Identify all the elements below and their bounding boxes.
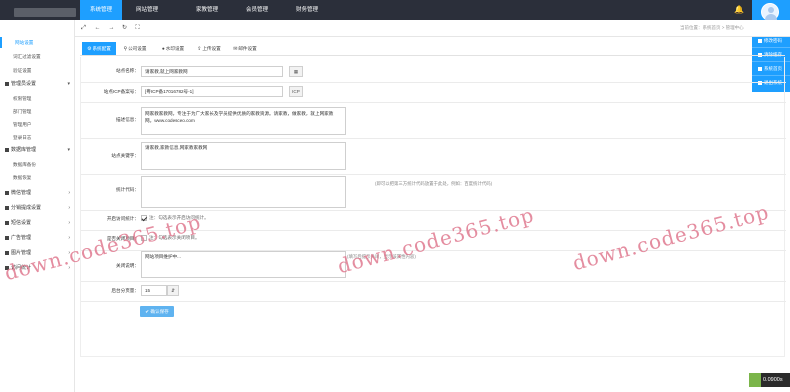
sidebar-group-sms[interactable]: 短信设置 › (0, 217, 75, 230)
drop-icon: ● (161, 47, 165, 52)
ad-icon (5, 235, 9, 240)
sidebar-item-permissions[interactable]: 权限管理 (0, 93, 75, 104)
gear-icon: ⚙ (87, 47, 92, 52)
tab-watermark[interactable]: ●水印设置 (156, 42, 190, 55)
row-stat-code: 统计代码： (即可以把第三方统计代码放置于此处，例如：百度统计代码) (81, 175, 786, 211)
keywords-label: 站点关键字： (111, 153, 139, 158)
sidebar-group-database[interactable]: 数据库管理 ▾ (0, 144, 75, 157)
sidebar-item-captcha[interactable]: 验证设置 (0, 65, 75, 76)
sidebar-item-db-restore[interactable]: 数据恢复 (0, 172, 75, 183)
sidebar-group-distribution[interactable]: 分销提成设置 › (0, 202, 75, 215)
nav-finance[interactable]: 财务管理 (282, 0, 332, 20)
enable-stat-label: 开启访问统计： (106, 216, 139, 221)
row-icp: 站点ICP备案号： [粤ICP备17016782号-1] ICP (81, 83, 786, 103)
gear-icon (5, 81, 9, 86)
tab-system-config[interactable]: ⚙系统配置 (82, 42, 116, 55)
row-site-name: 站点名称： 请家教,就上网家教网 ▦ (81, 57, 786, 83)
row-page-size: 后台分页量： 15 ⇵ (81, 282, 786, 302)
sidebar-item-site-settings[interactable]: 网站设置 (0, 37, 75, 48)
sidebar-item-login-log[interactable]: 登录日志 (0, 132, 75, 143)
sidebar-group-ads[interactable]: 广告管理 › (0, 232, 75, 245)
keywords-textarea[interactable]: 请家教,家教信息,网家教家教网 (141, 142, 346, 170)
sidebar-group-wechat[interactable]: 微信管理 › (0, 187, 75, 200)
description-label: 描述信息： (116, 117, 139, 122)
nav-site[interactable]: 网站管理 (122, 0, 172, 20)
bell-icon[interactable]: 🔔 (733, 4, 745, 16)
message-icon (5, 220, 9, 225)
stat-code-label: 统计代码： (116, 187, 139, 192)
icp-input[interactable]: [粤ICP备17016782号-1] (141, 86, 283, 97)
nav-system[interactable]: 系统管理 (80, 0, 122, 20)
nav-member[interactable]: 会员管理 (232, 0, 282, 20)
page-size-label: 后台分页量： (111, 288, 139, 293)
back-icon[interactable]: ← (92, 23, 103, 34)
sidebar-item-word-filter[interactable]: 词汇过滤设置 (0, 51, 75, 62)
checkbox-icon (141, 215, 147, 221)
close-reason-textarea[interactable]: 网站项目维护中... (141, 251, 346, 278)
stepper-icon[interactable]: ⇵ (167, 285, 179, 296)
forward-icon[interactable]: → (106, 23, 117, 34)
tab-email[interactable]: ✉邮件设置 (228, 42, 262, 55)
blurred-logo-text (14, 8, 76, 17)
sidebar: 网站设置 词汇过滤设置 验证设置 管理员设置 ▾ 权限管理 部门管理 管理用户 登… (0, 20, 75, 392)
site-name-input[interactable]: 请家教,就上网家教网 (141, 66, 283, 77)
database-icon (5, 147, 9, 152)
grid-icon[interactable]: ▦ (289, 66, 303, 77)
site-name-label: 站点名称： (116, 68, 139, 73)
settings-form: 站点名称： 请家教,就上网家教网 ▦ 站点ICP备案号： [粤ICP备17016… (80, 57, 786, 357)
page-size-input[interactable]: 15 (141, 285, 167, 296)
save-button[interactable]: ✔ 确认保存 (140, 306, 174, 317)
sidebar-group-admin[interactable]: 管理员设置 ▾ (0, 78, 75, 91)
stat-code-hint: (即可以把第三方统计代码放置于此处，例如：百度统计代码) (375, 181, 493, 186)
row-close-reason: 关闭说明： 网站项目维护中... (填写后提示关闭，显示该属性内容) (81, 251, 786, 282)
row-keywords: 站点关键字： 请家教,家教信息,网家教家教网 (81, 139, 786, 175)
nav-tutor[interactable]: 家教管理 (182, 0, 232, 20)
user-icon: ⚲ (123, 47, 128, 52)
icp-label: 站点ICP备案号： (103, 89, 139, 94)
sidebar-item-users[interactable]: 管理用户 (0, 119, 75, 130)
performance-badge: 0.0900s (749, 373, 790, 387)
expand-icon[interactable]: ⤢ (78, 23, 89, 34)
stat-code-textarea[interactable] (141, 176, 346, 208)
upload-icon: ⇪ (197, 47, 202, 52)
tab-upload[interactable]: ⇪上传设置 (192, 42, 226, 55)
tab-bar: ⚙系统配置 ⚲公司设置 ●水印设置 ⇪上传设置 ✉邮件设置 (80, 42, 785, 56)
tab-company[interactable]: ⚲公司设置 (118, 42, 152, 55)
chart-icon (5, 205, 9, 210)
sidebar-item-departments[interactable]: 部门管理 (0, 106, 75, 117)
row-description: 描述信息： 网家教家教网，专注于为广大家长及学员提供优质的家教资源。请家教，做家… (81, 103, 786, 139)
breadcrumb: 当前位置：系统首页 > 管理中心 (680, 25, 744, 30)
icp-addon: ICP (289, 86, 303, 97)
image-icon (5, 250, 9, 255)
description-textarea[interactable]: 网家教家教网，专注于为广大家长及学员提供优质的家教资源。请家教，做家教，就上网家… (141, 107, 346, 135)
fullscreen-icon[interactable]: ⛶ (132, 23, 143, 34)
logo (0, 0, 80, 20)
envelope-icon: ✉ (233, 47, 238, 52)
speed-icon (749, 373, 761, 387)
wechat-icon (5, 190, 9, 195)
close-reason-label: 关闭说明： (116, 263, 139, 268)
sidebar-item-db-backup[interactable]: 数据库备份 (0, 159, 75, 170)
refresh-icon[interactable]: ↻ (119, 23, 130, 34)
avatar[interactable] (761, 3, 779, 21)
